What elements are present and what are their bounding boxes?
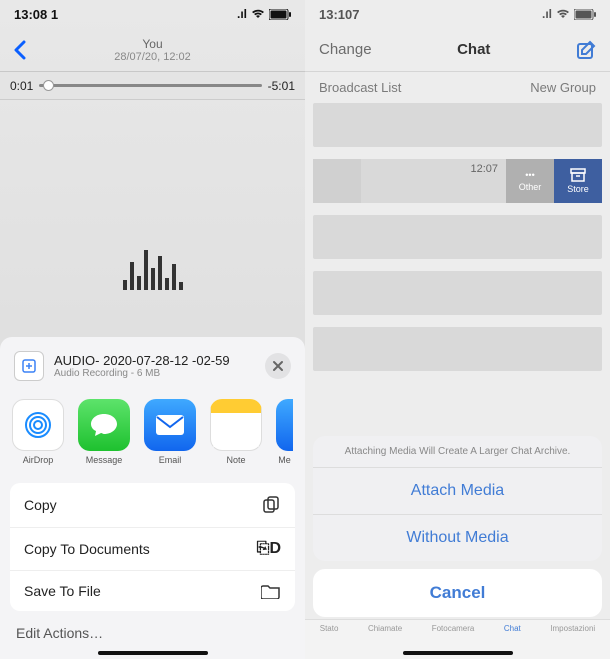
share-app-note[interactable]: Note xyxy=(210,399,262,465)
action-label: Copy To Documents xyxy=(24,541,150,557)
app-label: Note xyxy=(210,455,262,465)
chat-row[interactable] xyxy=(313,271,602,315)
header-title: You xyxy=(26,37,279,51)
ellipsis-icon: ••• xyxy=(525,170,534,180)
share-sheet: AUDIO- 2020-07-28-12 -02-59 Audio Record… xyxy=(0,337,305,659)
back-button[interactable] xyxy=(12,40,26,60)
tab-settings[interactable]: Impostazioni xyxy=(550,624,595,633)
export-chat-modal: Attaching Media Will Create A Larger Cha… xyxy=(313,436,602,617)
edit-link[interactable]: Change xyxy=(319,41,372,58)
swipe-archive-button[interactable]: Store xyxy=(554,159,602,203)
status-icons: .ıl xyxy=(237,7,291,21)
share-header: AUDIO- 2020-07-28-12 -02-59 Audio Record… xyxy=(10,345,295,393)
status-time: 13:08 1 xyxy=(14,7,58,22)
notes-icon xyxy=(210,399,262,451)
folder-icon xyxy=(261,583,281,599)
archive-icon xyxy=(570,168,586,182)
chat-row[interactable] xyxy=(313,327,602,371)
share-app-email[interactable]: Email xyxy=(144,399,196,465)
swipe-other-button[interactable]: ••• Other xyxy=(506,159,554,203)
tab-status[interactable]: Stato xyxy=(320,624,339,633)
scrubber-knob[interactable] xyxy=(43,80,54,91)
edit-actions-link[interactable]: Edit Actions… xyxy=(10,611,295,645)
status-time: 13:107 xyxy=(319,7,359,22)
status-bar: 13:08 1 .ıl xyxy=(0,0,305,28)
signal-icon: .ıl xyxy=(542,7,552,21)
tab-camera[interactable]: Fotocamera xyxy=(432,624,475,633)
signal-icon: .ıl xyxy=(237,7,247,21)
swipe-actions: ••• Other Store xyxy=(506,159,602,203)
time-elapsed: 0:01 xyxy=(10,79,33,93)
chat-row[interactable] xyxy=(313,103,602,147)
mail-icon xyxy=(144,399,196,451)
wifi-icon xyxy=(556,9,570,19)
status-bar: 13:107 .ıl xyxy=(305,0,610,28)
file-name: AUDIO- 2020-07-28-12 -02-59 xyxy=(54,353,255,368)
action-label: Save To File xyxy=(24,583,101,599)
player-header: You 28/07/20, 12:02 xyxy=(0,28,305,72)
scrubber[interactable]: 0:01 -5:01 xyxy=(0,72,305,100)
save-to-file-action[interactable]: Save To File xyxy=(10,571,295,611)
without-media-option[interactable]: Without Media xyxy=(313,515,602,561)
scrubber-track[interactable] xyxy=(39,84,261,87)
file-icon xyxy=(14,351,44,381)
modal-options: Attaching Media Will Create A Larger Cha… xyxy=(313,436,602,561)
waveform xyxy=(0,100,305,300)
message-icon xyxy=(78,399,130,451)
share-actions: Copy Copy To Documents ⎘D Save To File xyxy=(10,483,295,611)
header-title: Chat xyxy=(457,41,490,58)
airdrop-icon xyxy=(12,399,64,451)
copy-icon xyxy=(261,495,281,515)
attach-media-option[interactable]: Attach Media xyxy=(313,468,602,515)
swipe-label: Other xyxy=(519,182,542,192)
battery-icon xyxy=(269,9,291,20)
close-button[interactable] xyxy=(265,353,291,379)
wifi-icon xyxy=(251,9,265,19)
chat-row-swiped[interactable]: 12:07 ••• Other Store xyxy=(313,159,602,203)
share-app-airdrop[interactable]: AirDrop xyxy=(12,399,64,465)
header-subtitle: 28/07/20, 12:02 xyxy=(26,51,279,63)
cancel-button[interactable]: Cancel xyxy=(313,569,602,617)
share-apps-row: AirDrop Message Email Note Me xyxy=(10,393,295,479)
swipe-label: Store xyxy=(567,184,589,194)
status-icons: .ıl xyxy=(542,7,596,21)
documents-icon: ⎘D xyxy=(257,540,281,558)
modal-hint: Attaching Media Will Create A Larger Cha… xyxy=(313,436,602,468)
app-label: Email xyxy=(144,455,196,465)
home-indicator[interactable] xyxy=(403,651,513,655)
file-meta: AUDIO- 2020-07-28-12 -02-59 Audio Record… xyxy=(54,353,255,379)
copy-action[interactable]: Copy xyxy=(10,483,295,528)
chat-timestamp: 12:07 xyxy=(470,163,498,175)
chat-list: 12:07 ••• Other Store xyxy=(305,103,610,371)
chat-body: 12:07 xyxy=(361,159,506,203)
copy-to-documents-action[interactable]: Copy To Documents ⎘D xyxy=(10,528,295,571)
action-label: Copy xyxy=(24,497,57,513)
chat-row[interactable] xyxy=(313,215,602,259)
battery-icon xyxy=(574,9,596,20)
header-title-block: You 28/07/20, 12:02 xyxy=(26,37,279,63)
new-group-link[interactable]: New Group xyxy=(530,80,596,95)
app-label: Me xyxy=(276,455,293,465)
app-label: AirDrop xyxy=(12,455,64,465)
share-app-message[interactable]: Message xyxy=(78,399,130,465)
audio-player-screen: 13:08 1 .ıl You 28/07/20, 12:02 0:01 -5:… xyxy=(0,0,305,659)
avatar xyxy=(313,159,361,203)
file-info: Audio Recording - 6 MB xyxy=(54,368,255,379)
time-remaining: -5:01 xyxy=(268,79,295,93)
home-indicator[interactable] xyxy=(98,651,208,655)
app-label: Message xyxy=(78,455,130,465)
chat-header: Change Chat xyxy=(305,28,610,72)
broadcast-list-link[interactable]: Broadcast List xyxy=(319,80,401,95)
tab-chat[interactable]: Chat xyxy=(504,624,521,633)
compose-button[interactable] xyxy=(576,40,596,60)
chat-list-screen: 13:107 .ıl Change Chat Broadcast List Ne… xyxy=(305,0,610,659)
more-icon xyxy=(276,399,293,451)
share-app-more[interactable]: Me xyxy=(276,399,293,465)
tab-calls[interactable]: Chiamate xyxy=(368,624,402,633)
chat-subheader: Broadcast List New Group xyxy=(305,72,610,103)
